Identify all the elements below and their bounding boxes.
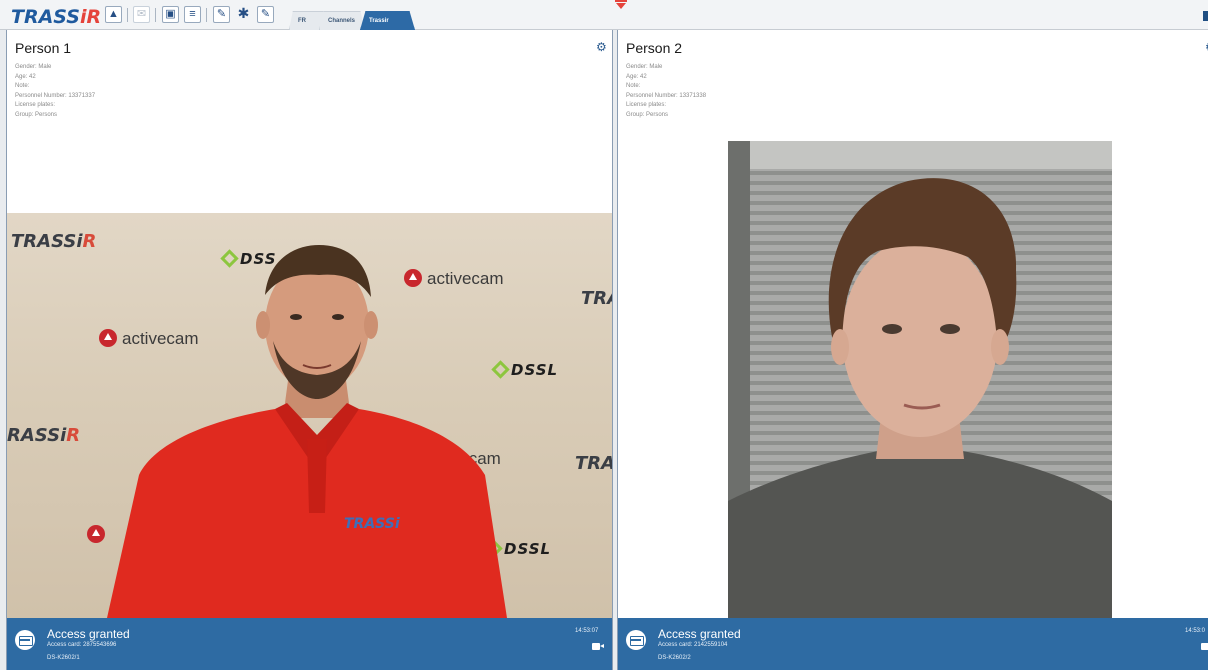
group-field: Group: Persons <box>626 111 669 118</box>
access-card-number: Access card: 2142559104 <box>658 642 728 648</box>
trassir-logo: TRASSiR <box>11 6 102 28</box>
license-plates-field: License plates: <box>15 102 56 109</box>
person-2-figure <box>728 141 1112 618</box>
access-card-icon <box>15 630 35 650</box>
main-toolbar: TRASSiR ▲ ✉ ▣ ≡ ✎ ✱ ✎ FR Channels Trassi… <box>0 0 1208 30</box>
event-time: 14:53:0 <box>1185 628 1206 634</box>
toolbar-separator <box>155 8 156 22</box>
toolbar-separator <box>127 8 128 22</box>
tab-channels[interactable]: Channels <box>319 11 365 30</box>
layout-icon[interactable]: ▣ <box>162 6 179 23</box>
person-1-figure <box>107 245 507 618</box>
gender-field: Gender: Male <box>626 64 663 70</box>
camera-icon[interactable] <box>1201 642 1208 651</box>
access-card-icon <box>626 630 646 650</box>
event-time: 14:53:07 <box>575 628 599 634</box>
age-field: Age: 42 <box>626 73 647 80</box>
person-name: Person 1 <box>15 40 72 56</box>
personnel-number-field: Personnel Number: 13371337 <box>15 92 96 99</box>
person-panel-1: Person 1 ⚙ Gender: Male Age: 42 Note: Pe… <box>6 30 613 670</box>
license-plates-field: License plates: <box>626 102 667 109</box>
person-panel-2: Person 2 ⚙ Gender: Male Age: 42 Note: Pe… <box>617 30 1208 670</box>
puzzle-icon[interactable]: ✱ <box>235 6 252 23</box>
device-id: DS-K2602/1 <box>47 655 80 661</box>
edit-icon[interactable]: ✎ <box>257 6 274 23</box>
note-field: Note: <box>15 83 30 90</box>
person-details: Gender: Male Age: 42 Note: Personnel Num… <box>15 63 95 121</box>
camera-icon[interactable] <box>592 642 605 651</box>
message-icon[interactable]: ✉ <box>133 6 150 23</box>
wrench-icon[interactable]: ✎ <box>213 6 230 23</box>
age-field: Age: 42 <box>15 73 36 80</box>
device-id: DS-K2602/2 <box>658 655 691 661</box>
group-field: Group: Persons <box>15 111 58 118</box>
gender-field: Gender: Male <box>15 64 52 70</box>
access-event-banner: Access granted Access card: 2875543696 D… <box>7 618 612 670</box>
bell-icon[interactable]: ▲ <box>105 6 122 23</box>
access-status: Access granted <box>47 627 130 641</box>
gear-icon[interactable]: ⚙ <box>596 41 608 53</box>
personnel-number-field: Personnel Number: 13371338 <box>626 92 707 99</box>
person-photo: TRASSiR DSS activecam TRA activecam DSSL… <box>7 213 612 618</box>
access-event-banner: Access granted Access card: 2142559104 D… <box>618 618 1208 670</box>
list-icon[interactable]: ≡ <box>184 6 201 23</box>
person-photo <box>728 141 1112 618</box>
tab-trassir-pacs[interactable]: Trassir PACS <box>360 11 415 30</box>
window-button-icon[interactable] <box>1203 11 1208 21</box>
access-status: Access granted <box>658 627 741 641</box>
shirt-trassir-logo: TRASSi <box>344 516 400 532</box>
person-details: Gender: Male Age: 42 Note: Personnel Num… <box>626 63 706 121</box>
person-name: Person 2 <box>626 40 683 56</box>
access-card-number: Access card: 2875543696 <box>47 642 117 648</box>
note-field: Note: <box>626 83 641 90</box>
toolbar-separator <box>206 8 207 22</box>
collapse-arrow-icon[interactable] <box>613 0 629 10</box>
